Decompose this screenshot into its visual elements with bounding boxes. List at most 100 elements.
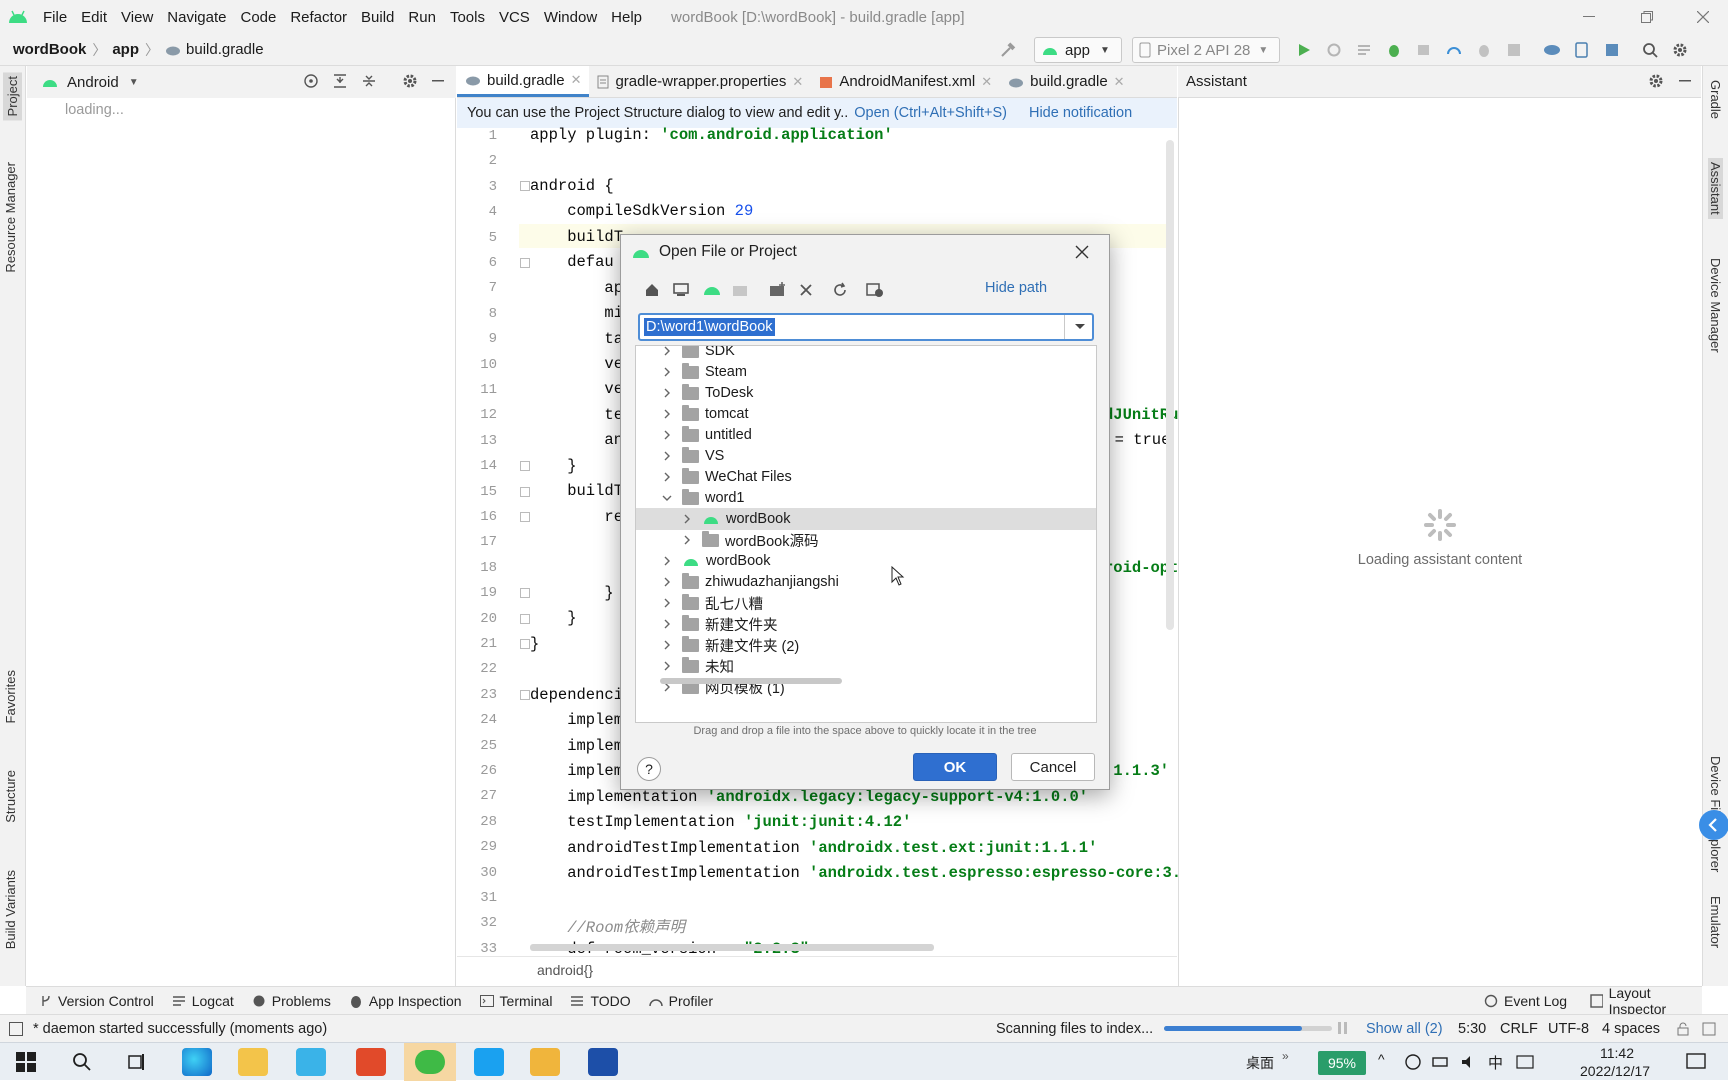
sdk-manager-icon[interactable] [1602,40,1622,60]
double-chevron-icon[interactable]: » [1282,1049,1289,1063]
chevron-right-icon[interactable] [660,659,674,673]
sync-gradle-icon[interactable] [1542,40,1562,60]
chevron-right-icon[interactable] [660,575,674,589]
desktop-toolbar-label[interactable]: 桌面 [1246,1053,1274,1073]
device-select[interactable]: Pixel 2 API 28 ▼ [1132,37,1280,63]
close-tab-icon[interactable]: ✕ [571,72,582,88]
debug-icon[interactable] [1384,40,1404,60]
minimize-button[interactable] [1566,0,1612,34]
coverage-icon[interactable] [1414,40,1434,60]
close-tab-icon[interactable]: ✕ [981,74,992,90]
fold-marker-icon[interactable] [520,639,530,649]
chevron-right-icon[interactable] [660,346,674,358]
caret-position[interactable]: 5:30 [1458,1021,1486,1037]
help-button[interactable]: ? [637,757,661,781]
todesk-icon[interactable] [474,1048,504,1076]
tree-item[interactable]: SDK [636,346,1096,362]
tool-event-log[interactable]: Event Log [1484,993,1567,1009]
menu-run[interactable]: Run [401,9,443,26]
restore-button[interactable] [1624,0,1670,34]
device-manager-icon[interactable] [1572,40,1592,60]
input-method-indicator[interactable]: 中 [1488,1052,1503,1073]
tool-tab-resource-manager[interactable]: Resource Manager [3,162,18,273]
tree-item[interactable]: Steam [636,361,1096,383]
locate-file-icon[interactable] [303,73,319,89]
tree-item[interactable]: word1 [636,487,1096,509]
path-history-dropdown[interactable] [1074,320,1086,332]
clock-date[interactable]: 2022/12/17 [1580,1063,1650,1079]
breadcrumb-module[interactable]: app [112,41,139,58]
chevron-right-icon[interactable] [660,386,674,400]
notifications-icon[interactable] [1686,1052,1708,1072]
network-icon[interactable] [1404,1054,1422,1070]
tab-androidmanifest[interactable]: AndroidManifest.xml ✕ [811,66,1000,97]
keyboard-icon[interactable] [1516,1054,1534,1070]
tree-item[interactable]: 未知 [636,655,1096,677]
wechat-task-active[interactable] [404,1043,456,1081]
fold-marker-icon[interactable] [520,258,530,268]
tree-item[interactable]: wordBook [636,550,1096,572]
fold-marker-icon[interactable] [520,588,530,598]
chevron-down-icon[interactable]: ▼ [129,77,139,88]
desktop-icon[interactable] [672,281,690,299]
expand-all-icon[interactable] [332,73,348,89]
menu-window[interactable]: Window [537,9,604,26]
chevron-right-icon[interactable] [660,428,674,442]
tool-tab-gradle[interactable]: Gradle [1708,80,1723,119]
clock-time[interactable]: 11:42 [1600,1045,1634,1061]
tab-build-gradle-project[interactable]: build.gradle ✕ [1000,66,1132,97]
fold-marker-icon[interactable] [520,181,530,191]
tool-todo[interactable]: TODO [570,993,631,1009]
battery-icon[interactable] [1432,1054,1450,1070]
chevron-up-icon[interactable]: ^ [1378,1051,1385,1067]
pause-indexing-icon[interactable] [1338,1021,1348,1035]
attach-debugger-icon[interactable] [1474,40,1494,60]
editor-horizontal-scrollbar[interactable] [530,944,934,951]
home-icon[interactable] [643,281,661,299]
chevron-right-icon[interactable] [660,617,674,631]
settings-gear-icon[interactable] [1670,40,1690,60]
hide-panel-icon[interactable] [431,73,445,89]
fold-marker-icon[interactable] [520,487,530,497]
assistant-settings-gear-icon[interactable] [1648,73,1664,89]
tree-item[interactable]: 新建文件夹 [636,613,1096,635]
bilibili-icon[interactable] [296,1048,326,1076]
tool-logcat[interactable]: Logcat [172,993,234,1009]
cancel-button[interactable]: Cancel [1011,753,1095,781]
search-icon[interactable] [1640,40,1660,60]
tab-build-gradle-app[interactable]: build.gradle ✕ [457,66,590,97]
menu-navigate[interactable]: Navigate [160,9,233,26]
tab-gradle-wrapper-properties[interactable]: gradle-wrapper.properties ✕ [589,66,811,97]
close-window-button[interactable] [1680,0,1726,34]
menu-build[interactable]: Build [354,9,401,26]
stop-icon[interactable] [1504,40,1524,60]
chevron-right-icon[interactable] [660,596,674,610]
breadcrumb-project[interactable]: wordBook [13,41,86,58]
tool-tab-device-manager[interactable]: Device Manager [1708,258,1723,353]
tree-item[interactable]: VS [636,445,1096,467]
tree-item[interactable]: zhiwudazhanjiangshi [636,571,1096,593]
chevron-right-icon[interactable] [680,533,694,547]
chevron-right-icon[interactable] [660,407,674,421]
open-project-structure-link[interactable]: Open (Ctrl+Alt+Shift+S) [854,105,1007,121]
project-directory-icon[interactable] [702,281,720,299]
tool-tab-structure[interactable]: Structure [3,770,18,823]
menu-code[interactable]: Code [233,9,283,26]
menu-tools[interactable]: Tools [443,9,492,26]
windows-start-icon[interactable] [16,1052,36,1072]
tree-item[interactable]: untitled [636,424,1096,446]
line-separator[interactable]: CRLF [1500,1021,1538,1037]
tool-version-control[interactable]: Version Control [40,993,154,1009]
chevron-right-icon[interactable] [660,470,674,484]
code-breadcrumb[interactable]: android{} [537,962,593,978]
fold-marker-icon[interactable] [520,690,530,700]
new-folder-icon[interactable] [769,281,787,299]
collapse-sidebar-button[interactable] [1699,810,1728,840]
menu-help[interactable]: Help [604,9,649,26]
tool-tab-project[interactable]: Project [3,72,22,121]
path-input[interactable]: D:\word1\wordBook [638,313,1094,341]
fold-marker-icon[interactable] [520,614,530,624]
project-view-select[interactable]: Android [67,74,119,91]
tool-tab-favorites[interactable]: Favorites [3,670,18,723]
memory-indicator-icon[interactable] [1702,1022,1716,1036]
